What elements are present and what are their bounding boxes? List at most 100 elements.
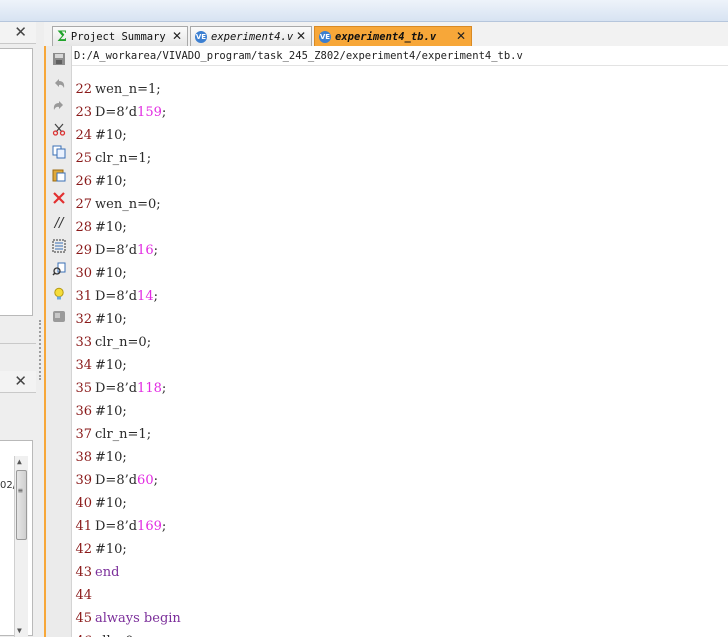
select-all-icon[interactable] xyxy=(51,238,67,254)
line-number: 25 xyxy=(75,151,92,166)
code-text: ; xyxy=(153,289,158,304)
code-line[interactable]: 34 #10; xyxy=(72,354,127,377)
vertical-scrollbar[interactable]: ▲ ≡ ▼ xyxy=(14,456,28,637)
comment-icon[interactable]: // xyxy=(51,215,67,231)
code-text: D=8’d xyxy=(95,519,138,534)
copy-icon[interactable] xyxy=(51,144,67,160)
code-line[interactable]: 41 D=8’d169; xyxy=(72,515,166,538)
code-text: #10; xyxy=(95,542,127,557)
tab-experiment4-tb-v[interactable]: VE experiment4_tb.v ✕ xyxy=(314,26,472,46)
line-number: 28 xyxy=(75,220,92,235)
left-panel-header-bottom: ✕ xyxy=(0,371,36,393)
code-text: clr_n=1; xyxy=(95,151,152,166)
line-text: end xyxy=(95,565,119,580)
code-line[interactable]: 37 clr_n=1; xyxy=(72,423,151,446)
undo-icon[interactable] xyxy=(51,76,67,92)
line-text: #10; xyxy=(95,450,127,465)
code-line[interactable]: 40 #10; xyxy=(72,492,126,515)
tab-project-summary[interactable]: Σ Project Summary ✕ xyxy=(52,26,188,46)
line-text: #10; xyxy=(95,542,127,557)
code-line[interactable]: 27 wen_n=0; xyxy=(72,193,161,216)
number-literal: 159 xyxy=(137,105,162,120)
panel-divider xyxy=(0,343,36,344)
verilog-file-icon: VE xyxy=(319,30,331,43)
code-line[interactable]: 28 #10; xyxy=(72,216,127,239)
tab-label: experiment4_tb.v xyxy=(335,30,437,43)
editor-area: Σ Project Summary ✕ VE experiment4.v ✕ V… xyxy=(44,22,728,637)
insert-template-icon[interactable] xyxy=(51,308,67,324)
scroll-up-icon[interactable]: ▲ xyxy=(17,457,22,466)
close-icon[interactable]: ✕ xyxy=(296,29,306,43)
code-text: D=8’d xyxy=(95,243,138,258)
line-number: 34 xyxy=(75,358,92,373)
line-text: D=8’d16; xyxy=(95,243,158,258)
code-text: ; xyxy=(153,473,158,488)
lightbulb-icon[interactable] xyxy=(51,286,67,302)
code-text: clr_n=0; xyxy=(95,335,152,350)
line-number: 42 xyxy=(75,542,92,557)
code-line[interactable]: 29 D=8’d16; xyxy=(72,239,158,262)
code-text: #10; xyxy=(95,450,127,465)
save-icon[interactable] xyxy=(51,51,67,67)
tab-label: experiment4.v xyxy=(211,30,294,43)
close-icon[interactable]: ✕ xyxy=(172,29,182,43)
line-text: clr_n=0; xyxy=(95,335,151,350)
find-replace-icon[interactable] xyxy=(51,261,67,277)
code-line[interactable]: 45 always begin xyxy=(72,607,181,630)
code-line[interactable]: 30 #10; xyxy=(72,262,126,285)
close-icon[interactable]: ✕ xyxy=(14,23,27,41)
code-line[interactable]: 36 #10; xyxy=(72,400,127,423)
close-icon[interactable]: ✕ xyxy=(456,29,466,43)
code-line[interactable]: 26 #10; xyxy=(72,170,126,193)
scrollbar-thumb[interactable] xyxy=(16,470,27,540)
code-line[interactable]: 25 clr_n=1; xyxy=(72,147,151,170)
code-line[interactable]: 22 wen_n=1; xyxy=(72,78,161,101)
splitter-grip xyxy=(39,320,42,380)
scroll-down-icon[interactable]: ▼ xyxy=(17,626,22,635)
code-text: D=8’d xyxy=(95,381,138,396)
code-text: #10; xyxy=(95,404,127,419)
keyword: always begin xyxy=(95,611,181,626)
close-icon[interactable]: ✕ xyxy=(14,372,27,390)
code-line[interactable]: 31 D=8’d14; xyxy=(72,285,158,308)
line-text: #10; xyxy=(95,358,127,373)
code-line[interactable]: 42 #10; xyxy=(72,538,127,561)
file-path: D:/A_workarea/VIVADO_program/task_245_Z8… xyxy=(46,46,728,66)
tab-experiment4-v[interactable]: VE experiment4.v ✕ xyxy=(190,26,312,46)
code-text: #10; xyxy=(95,220,127,235)
code-line[interactable]: 39 D=8’d60; xyxy=(72,469,158,492)
line-number: 35 xyxy=(75,381,92,396)
code-line[interactable]: 32 #10; xyxy=(72,308,126,331)
line-number: 36 xyxy=(75,404,92,419)
code-text: ; xyxy=(161,381,167,396)
grip-icon: ≡ xyxy=(18,486,23,495)
code-text: clr_n=1; xyxy=(95,427,152,442)
line-number: 37 xyxy=(75,427,92,442)
line-number: 26 xyxy=(75,174,92,189)
code-text: ; xyxy=(161,519,167,534)
line-text: D=8’d14; xyxy=(95,289,158,304)
line-number: 32 xyxy=(75,312,92,327)
paste-icon[interactable] xyxy=(51,167,67,183)
code-line[interactable]: 38 #10; xyxy=(72,446,127,469)
delete-icon[interactable] xyxy=(51,190,67,206)
line-number: 31 xyxy=(75,289,92,304)
code-line[interactable]: 23 D=8’d159; xyxy=(72,101,166,124)
line-number: 24 xyxy=(75,128,92,143)
window-top-bar xyxy=(0,0,728,22)
code-line[interactable]: 46clk=0; xyxy=(72,630,137,637)
redo-icon[interactable] xyxy=(51,98,67,114)
cut-icon[interactable] xyxy=(51,121,67,137)
code-line[interactable]: 24 #10; xyxy=(72,124,127,147)
code-editor[interactable]: D:/A_workarea/VIVADO_program/task_245_Z8… xyxy=(44,46,728,637)
code-text: wen_n=0; xyxy=(95,197,161,212)
line-text: #10; xyxy=(95,128,127,143)
code-line[interactable]: 44 xyxy=(72,584,95,607)
line-number: 40 xyxy=(75,496,92,511)
code-text: ; xyxy=(161,105,167,120)
line-text: clr_n=1; xyxy=(95,427,151,442)
code-line[interactable]: 35 D=8’d118; xyxy=(72,377,166,400)
code-line[interactable]: 43 end xyxy=(72,561,119,584)
code-text: wen_n=1; xyxy=(95,82,161,97)
code-line[interactable]: 33 clr_n=0; xyxy=(72,331,151,354)
